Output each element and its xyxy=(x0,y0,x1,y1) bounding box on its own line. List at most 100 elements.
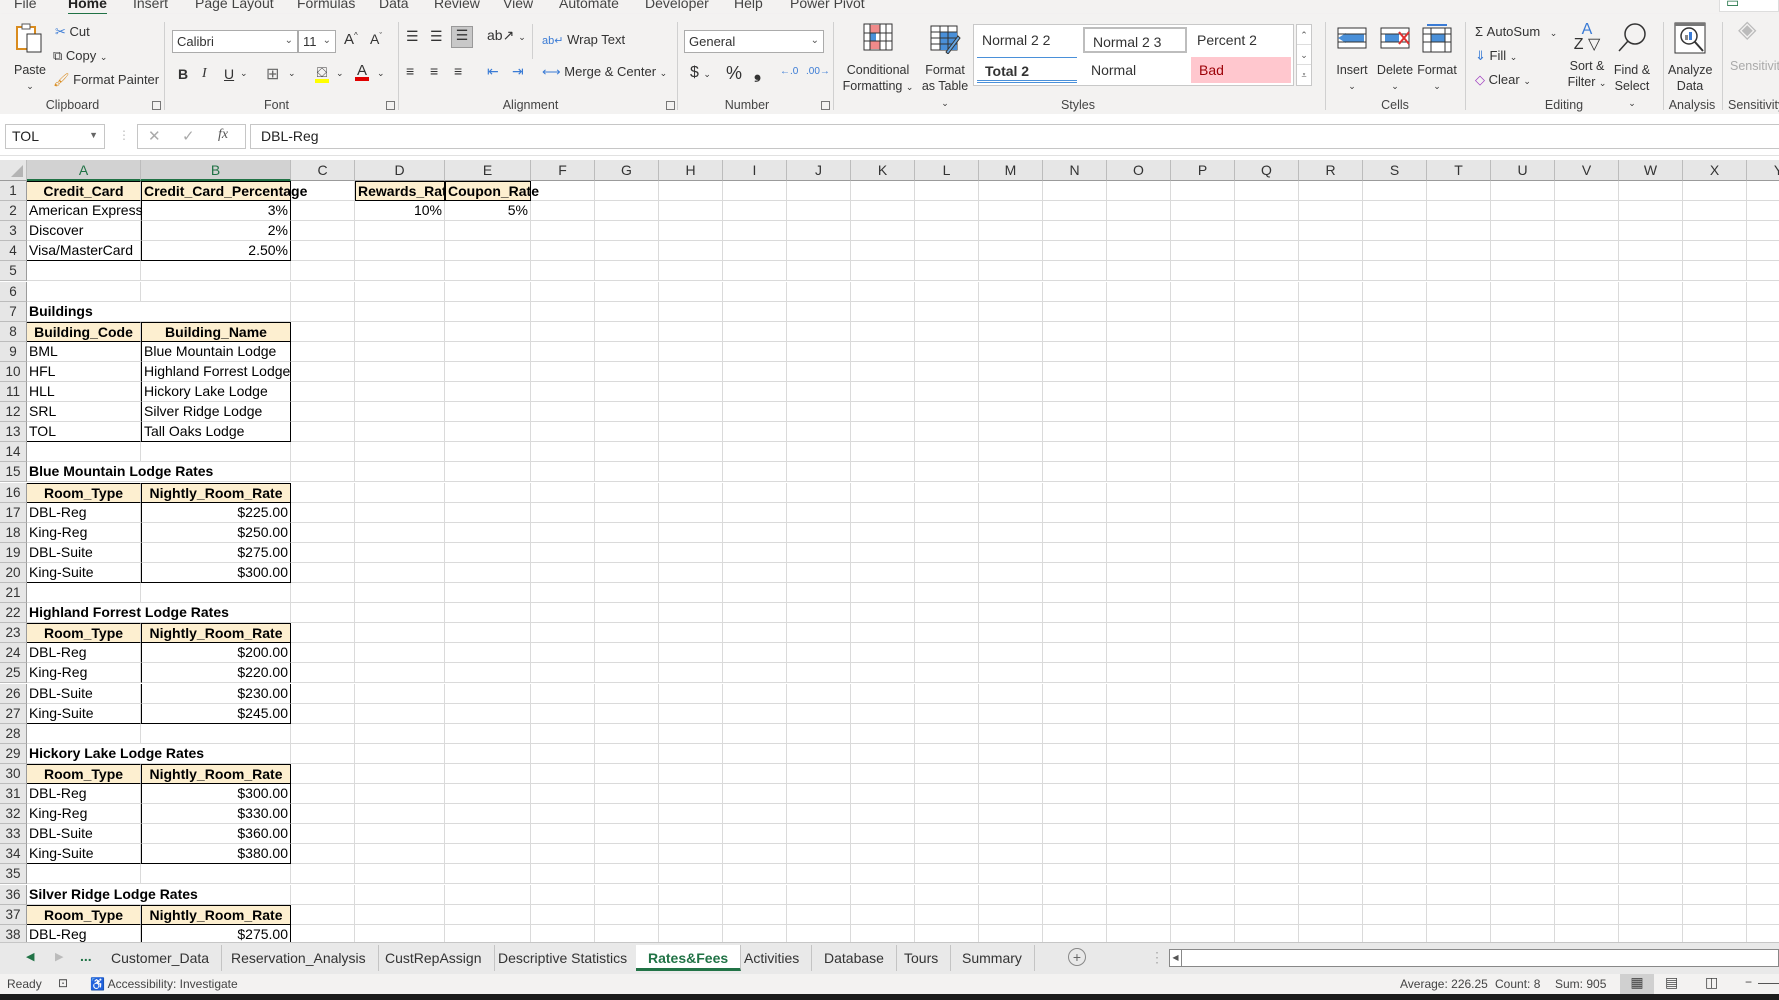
cell-O32[interactable] xyxy=(1107,804,1171,825)
cell-K15[interactable] xyxy=(851,462,915,483)
cell-R10[interactable] xyxy=(1299,361,1363,382)
bottom-align-icon[interactable]: ☰ xyxy=(451,26,473,48)
cell-X20[interactable] xyxy=(1683,562,1747,583)
cell-E28[interactable] xyxy=(445,723,531,744)
cell-J9[interactable] xyxy=(787,341,851,362)
cell-V25[interactable] xyxy=(1555,663,1619,684)
cell-Y12[interactable] xyxy=(1747,402,1779,423)
cell-V14[interactable] xyxy=(1555,442,1619,463)
cell-J33[interactable] xyxy=(787,824,851,845)
cell-B14[interactable] xyxy=(141,442,291,463)
cell-O19[interactable] xyxy=(1107,542,1171,563)
cell-K24[interactable] xyxy=(851,643,915,664)
cell-L3[interactable] xyxy=(915,221,979,242)
cell-H30[interactable] xyxy=(659,763,723,784)
cell-P25[interactable] xyxy=(1171,663,1235,684)
cell-Y5[interactable] xyxy=(1747,261,1779,282)
page-layout-view-icon[interactable]: ▤ xyxy=(1665,974,1678,991)
column-header-U[interactable]: U xyxy=(1491,160,1555,181)
cell-V5[interactable] xyxy=(1555,261,1619,282)
cell-H37[interactable] xyxy=(659,904,723,925)
cell-M26[interactable] xyxy=(979,683,1043,704)
cell-N4[interactable] xyxy=(1043,241,1107,262)
cell-D1[interactable]: Rewards_Rate xyxy=(355,181,455,202)
row-header-12[interactable]: 12 xyxy=(0,402,27,423)
cell-F5[interactable] xyxy=(531,261,595,282)
cell-K32[interactable] xyxy=(851,804,915,825)
cell-U2[interactable] xyxy=(1491,201,1555,222)
cell-C27[interactable] xyxy=(291,703,355,724)
cell-E33[interactable] xyxy=(445,824,531,845)
cell-O24[interactable] xyxy=(1107,643,1171,664)
underline-dropdown-icon[interactable]: ⌄ xyxy=(240,68,248,79)
cell-U37[interactable] xyxy=(1491,904,1555,925)
cell-F2[interactable] xyxy=(531,201,595,222)
cell-N35[interactable] xyxy=(1043,864,1107,885)
cell-T27[interactable] xyxy=(1427,703,1491,724)
row-header-33[interactable]: 33 xyxy=(0,824,27,845)
cell-Y24[interactable] xyxy=(1747,643,1779,664)
cell-V18[interactable] xyxy=(1555,522,1619,543)
cell-C6[interactable] xyxy=(291,281,355,302)
cell-M3[interactable] xyxy=(979,221,1043,242)
cell-Q11[interactable] xyxy=(1235,382,1299,403)
row-header-26[interactable]: 26 xyxy=(0,683,27,704)
cell-O18[interactable] xyxy=(1107,522,1171,543)
cell-T24[interactable] xyxy=(1427,643,1491,664)
underline-button[interactable]: U xyxy=(224,66,234,82)
cell-A8[interactable]: Building_Code xyxy=(27,321,141,342)
cell-C12[interactable] xyxy=(291,402,355,423)
cell-T19[interactable] xyxy=(1427,542,1491,563)
cell-Y38[interactable] xyxy=(1747,925,1779,942)
cell-S28[interactable] xyxy=(1363,723,1427,744)
cell-X26[interactable] xyxy=(1683,683,1747,704)
decrease-decimal-icon[interactable]: .00→ xyxy=(806,66,830,77)
cell-R24[interactable] xyxy=(1299,643,1363,664)
cell-L31[interactable] xyxy=(915,784,979,805)
column-header-G[interactable]: G xyxy=(595,160,659,181)
cell-W18[interactable] xyxy=(1619,522,1683,543)
cell-D30[interactable] xyxy=(355,763,445,784)
cell-P7[interactable] xyxy=(1171,301,1235,322)
cell-O2[interactable] xyxy=(1107,201,1171,222)
cell-V2[interactable] xyxy=(1555,201,1619,222)
cell-Q8[interactable] xyxy=(1235,321,1299,342)
cell-O15[interactable] xyxy=(1107,462,1171,483)
cell-Q23[interactable] xyxy=(1235,623,1299,644)
cell-D9[interactable] xyxy=(355,341,445,362)
cell-F30[interactable] xyxy=(531,763,595,784)
cell-T9[interactable] xyxy=(1427,341,1491,362)
row-header-1[interactable]: 1 xyxy=(0,181,27,202)
cell-K31[interactable] xyxy=(851,784,915,805)
enter-icon[interactable]: ✓ xyxy=(182,127,195,145)
cell-W38[interactable] xyxy=(1619,924,1683,942)
cell-P32[interactable] xyxy=(1171,804,1235,825)
cell-Q2[interactable] xyxy=(1235,201,1299,222)
cell-U13[interactable] xyxy=(1491,422,1555,443)
cell-S5[interactable] xyxy=(1363,261,1427,282)
cell-H32[interactable] xyxy=(659,804,723,825)
cell-C24[interactable] xyxy=(291,643,355,664)
cell-G4[interactable] xyxy=(595,241,659,262)
ribbon-tab-insert[interactable]: Insert xyxy=(133,0,168,11)
cell-J37[interactable] xyxy=(787,904,851,925)
cell-G13[interactable] xyxy=(595,422,659,443)
cell-I1[interactable] xyxy=(723,181,787,202)
cell-B28[interactable] xyxy=(141,723,291,744)
orientation-icon[interactable]: ab↗ ⌄ xyxy=(487,27,526,44)
cell-K33[interactable] xyxy=(851,824,915,845)
cell-D35[interactable] xyxy=(355,864,445,885)
cell-F32[interactable] xyxy=(531,804,595,825)
cell-K29[interactable] xyxy=(851,743,915,764)
cell-H10[interactable] xyxy=(659,361,723,382)
column-header-E[interactable]: E xyxy=(445,160,531,181)
cell-P5[interactable] xyxy=(1171,261,1235,282)
cell-B18[interactable]: $250.00 xyxy=(141,522,291,543)
cell-A24[interactable]: DBL-Reg xyxy=(27,643,141,664)
style-percent-2[interactable]: Percent 2 xyxy=(1189,27,1293,53)
cell-F33[interactable] xyxy=(531,824,595,845)
cell-C2[interactable] xyxy=(291,201,355,222)
cell-T17[interactable] xyxy=(1427,502,1491,523)
cell-A10[interactable]: HFL xyxy=(27,361,141,382)
cell-L25[interactable] xyxy=(915,663,979,684)
